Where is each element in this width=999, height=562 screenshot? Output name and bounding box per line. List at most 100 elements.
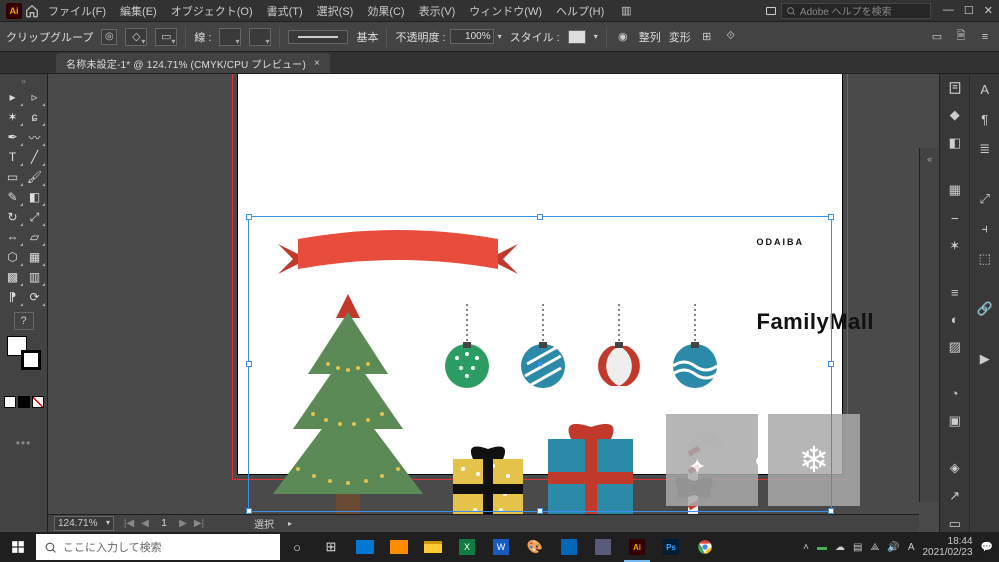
symbols-panel-icon[interactable]: ✶ [946,238,964,254]
canvas[interactable]: ODAIBA FamilyMall [48,74,939,532]
zoom-input[interactable]: 124.71%▾ [54,516,114,531]
blend-tool[interactable]: ⟳ [25,288,45,306]
artboards-panel-icon[interactable]: ▭ [946,516,964,532]
first-artboard-icon[interactable]: |◀ [122,518,136,529]
help-tool[interactable]: ? [14,312,34,330]
tray-wifi-icon[interactable]: ⟁ [870,542,879,553]
expand-panels-icon[interactable]: « [927,154,932,164]
gpu-icon[interactable]: ▭ [929,29,945,45]
tray-chevron-icon[interactable]: ˄ [803,542,809,553]
stroke-swatch[interactable] [21,350,41,370]
gradient-panel-icon[interactable]: ◐ [946,312,964,327]
scale-tool[interactable]: ⤢ [25,208,45,226]
edit-contents-icon[interactable]: ◎ [101,29,117,45]
paintbrush-tool[interactable]: 🖌 [25,168,45,186]
stroke-weight[interactable] [219,28,241,46]
mail-app-icon[interactable] [348,532,382,562]
doc-setup-icon[interactable]: 🗎 [953,29,969,45]
window-minimize-icon[interactable]: — [943,4,954,17]
vscode-icon[interactable] [552,532,586,562]
color-guide-icon[interactable]: ◧ [946,135,964,151]
align-label[interactable]: 整列 [639,29,661,45]
menu-effect[interactable]: 効果(C) [361,1,410,21]
prev-artboard-icon[interactable]: ◀ [138,518,152,529]
paint-icon[interactable]: 🎨 [518,532,552,562]
shaper-tool[interactable]: ✎ [3,188,23,206]
graphic-style-swatch[interactable] [568,30,586,44]
artboard-nav[interactable]: |◀ ◀ 1 ▶ ▶| [122,518,206,529]
type-tool[interactable]: T [3,148,23,166]
align-panel-icon[interactable]: ⫞ [976,220,994,238]
home-icon[interactable] [24,3,40,19]
menu-edit[interactable]: 編集(E) [114,1,163,21]
graphic-styles-icon[interactable]: ▣ [946,413,964,429]
app-generic-icon[interactable] [586,532,620,562]
start-button[interactable] [0,532,36,562]
color-panel-icon[interactable]: ◆ [946,107,964,123]
eraser-tool[interactable]: ◧ [25,188,45,206]
cortana-icon[interactable]: ○ [280,532,314,562]
gradient-mode-icon[interactable] [18,396,30,408]
rectangle-tool[interactable]: ▭ [3,168,23,186]
mask-dropdown[interactable]: ▭ [155,28,177,46]
next-artboard-icon[interactable]: ▶ [176,518,190,529]
links-panel-icon[interactable]: 🔗 [976,300,994,318]
opacity-input[interactable] [450,29,494,44]
excel-icon[interactable]: X [450,532,484,562]
tray-line-icon[interactable]: ▬ [817,542,827,553]
illustrator-taskbar-icon[interactable]: Ai [620,532,654,562]
anchor-point-icon[interactable]: ⊞ [699,29,715,45]
transform-panel-icon[interactable]: ⤢ [976,190,994,208]
menu-object[interactable]: オブジェクト(O) [165,1,259,21]
asset-export-icon[interactable]: ↗ [946,488,964,504]
swatches-panel-icon[interactable]: ▦ [946,182,964,198]
edit-toolbar-icon[interactable]: ••• [16,436,32,450]
tray-network-icon[interactable]: ▤ [853,542,862,553]
appearance-panel-icon[interactable]: ◔ [946,386,964,401]
color-mode-icon[interactable] [4,396,16,408]
properties-panel-icon[interactable] [946,80,964,95]
isolate-mask-icon[interactable]: ⟐ [723,29,739,45]
mesh-tool[interactable]: ▩ [3,268,23,286]
character-panel-icon[interactable]: ¶ [976,110,994,128]
artboard-number[interactable]: 1 [154,518,174,529]
line-tool[interactable]: ╱ [25,148,45,166]
perspective-tool[interactable]: ▦ [25,248,45,266]
stroke-panel-icon[interactable]: ≡ [946,285,964,300]
word-icon[interactable]: W [484,532,518,562]
explorer-icon[interactable] [416,532,450,562]
menu-view[interactable]: 表示(V) [413,1,462,21]
menu-extra-icon[interactable]: ▥ [618,3,634,19]
task-view-icon[interactable]: ⊞ [314,532,348,562]
width-tool[interactable]: ⇔ [3,228,23,246]
opacity-dropdown-icon[interactable]: ▾ [498,32,502,41]
curvature-tool[interactable]: 〰 [25,128,45,146]
isolate-dropdown[interactable]: ◇ [125,28,147,46]
menu-help[interactable]: ヘルプ(H) [550,1,610,21]
actions-panel-icon[interactable]: ▶ [976,350,994,368]
menu-select[interactable]: 選択(S) [311,1,360,21]
store-app-icon[interactable] [382,532,416,562]
selection-tool[interactable]: ▸ [3,88,23,106]
tray-volume-icon[interactable]: 🔊 [887,542,899,553]
stroke-weight-stepper[interactable] [249,28,271,46]
direct-selection-tool[interactable]: ▹ [25,88,45,106]
close-tab-icon[interactable]: × [314,58,320,69]
none-mode-icon[interactable] [32,396,44,408]
brushes-panel-icon[interactable]: ⎯ [946,210,964,226]
taskbar-search[interactable]: ここに入力して検索 [36,534,280,560]
chrome-icon[interactable] [688,532,722,562]
photoshop-taskbar-icon[interactable]: Ps [654,532,688,562]
rotate-tool[interactable]: ↻ [3,208,23,226]
tray-ime-icon[interactable]: A [908,542,915,553]
layers-panel-icon[interactable]: ◈ [946,460,964,476]
recolor-icon[interactable]: ◉ [615,29,631,45]
status-dropdown-icon[interactable]: ▸ [288,519,292,528]
stroke-profile[interactable] [288,30,348,44]
shape-builder-tool[interactable]: ⬡ [3,248,23,266]
prefs-icon[interactable]: ≡ [977,29,993,45]
panel-strip[interactable]: « [919,148,939,502]
tray-notifications-icon[interactable]: 💬 [981,542,993,553]
style-dropdown-icon[interactable]: ▾ [594,32,598,41]
window-close-icon[interactable]: ✕ [984,4,993,17]
